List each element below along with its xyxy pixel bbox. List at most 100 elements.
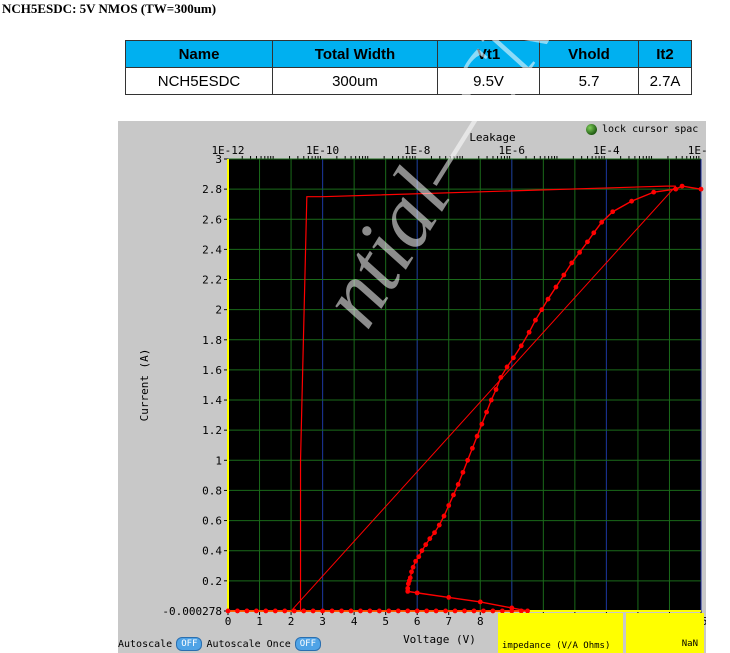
- y-tick-label: 2: [215, 304, 222, 317]
- iv-data-point: [433, 608, 439, 614]
- y-tick-label: 2.6: [202, 213, 222, 226]
- iv-data-point: [490, 608, 496, 614]
- header-vt1: Vt1: [437, 40, 540, 68]
- iv-data-point: [673, 186, 679, 192]
- y-tick-label: 0.2: [202, 575, 222, 588]
- y-tick-label: 1.6: [202, 364, 222, 377]
- iv-data-point: [533, 317, 538, 323]
- iv-data-point: [545, 296, 551, 302]
- lock-cursor-toggle[interactable]: lock cursor spac: [586, 121, 698, 137]
- x-tick-label: 8: [477, 615, 484, 628]
- cell-it2: 2.7A: [638, 67, 692, 95]
- iv-data-point: [509, 605, 515, 611]
- header-total-width: Total Width: [272, 40, 438, 68]
- y-tick-label: 2.4: [202, 243, 222, 256]
- top-tick-label: 1E-6: [499, 144, 526, 157]
- y-tick-label: 3: [215, 153, 222, 166]
- iv-data-point: [469, 445, 475, 451]
- top-tick-label: 1E-10: [306, 144, 339, 157]
- iv-data-point: [498, 375, 504, 380]
- iv-data-point: [395, 608, 401, 614]
- cell-vt1: 9.5V: [437, 67, 540, 95]
- x-tick-label: 3: [319, 615, 326, 628]
- iv-data-point: [493, 387, 499, 392]
- summary-table: Name Total Width Vt1 Vhold It2 NCH5ESDC …: [125, 40, 692, 95]
- autoscale-bar: Autoscale OFF Autoscale Once OFF: [118, 635, 498, 653]
- iv-data-point: [443, 608, 448, 614]
- iv-data-point: [465, 457, 471, 463]
- iv-data-point: [591, 230, 597, 236]
- iv-data-point: [282, 608, 288, 614]
- iv-data-point: [339, 608, 344, 614]
- cell-name: NCH5ESDC: [125, 67, 273, 95]
- y-tick-label: 1.2: [202, 424, 222, 437]
- impedance-value: NaN: [681, 639, 698, 649]
- lock-cursor-label: lock cursor spac: [602, 123, 699, 135]
- iv-data-point: [577, 250, 582, 255]
- iv-data-point: [698, 186, 704, 192]
- autoscale-toggle[interactable]: OFF: [176, 637, 203, 651]
- y-tick-label: 1: [215, 454, 222, 467]
- top-tick-label: 1E-4: [593, 144, 620, 157]
- iv-data-point: [539, 307, 545, 313]
- iv-data-point: [455, 482, 461, 487]
- iv-data-point: [460, 469, 466, 475]
- y-tick-label: 0.4: [202, 545, 222, 558]
- page-title: NCH5ESDC: 5V NMOS (TW=300um): [2, 1, 217, 16]
- x-tick-label: 7: [445, 615, 452, 628]
- iv-data-point: [526, 329, 532, 335]
- x-tick-label: 2: [288, 615, 295, 628]
- iv-data-point: [409, 569, 414, 575]
- iv-data-point: [416, 554, 422, 560]
- autoscale-label: Autoscale: [118, 638, 173, 650]
- y-tick-label: 2.8: [202, 183, 222, 196]
- iv-data-point: [329, 608, 335, 614]
- iv-chart: 01234567891011121314151E-121E-101E-81E-6…: [138, 131, 706, 646]
- cell-vhold: 5.7: [539, 67, 639, 95]
- iv-data-point: [253, 608, 259, 614]
- x-tick-label: 4: [351, 615, 358, 628]
- iv-data-point: [348, 608, 354, 614]
- table-row: NCH5ESDC 300um 9.5V 5.7 2.7A: [125, 67, 692, 95]
- top-tick-label: 1E-2: [688, 144, 706, 157]
- iv-data-point: [488, 397, 494, 403]
- impedance-label-box: impedance (V/A Ohms): [498, 613, 623, 653]
- iv-data-point: [462, 608, 467, 614]
- iv-data-point: [561, 272, 567, 278]
- iv-data-point: [436, 522, 442, 528]
- y-tick-label: 0.6: [202, 515, 222, 528]
- iv-data-point: [367, 608, 373, 614]
- iv-data-point: [451, 492, 456, 498]
- x-tick-label: 6: [414, 615, 421, 628]
- iv-data-point: [569, 260, 575, 266]
- iv-data-point: [263, 608, 269, 614]
- x-tick-label: 1: [256, 615, 263, 628]
- top-axis-label: Leakage: [469, 131, 515, 144]
- iv-data-point: [651, 189, 657, 195]
- iv-data-point: [301, 608, 307, 614]
- header-name: Name: [125, 40, 273, 68]
- y-tick-label: 1.8: [202, 334, 222, 347]
- y-axis-label: Current (A): [138, 349, 151, 422]
- led-indicator-icon: [586, 123, 597, 135]
- iv-data-point: [446, 594, 452, 600]
- impedance-value-box: NaN: [626, 613, 704, 653]
- iv-data-point: [244, 608, 250, 614]
- iv-data-point: [410, 564, 416, 570]
- plot-area: [228, 159, 701, 611]
- iv-data-point: [320, 608, 325, 614]
- iv-data-point: [310, 608, 316, 614]
- autoscale-once-toggle[interactable]: OFF: [294, 637, 322, 651]
- iv-data-point: [479, 421, 485, 427]
- header-it2: It2: [638, 40, 692, 68]
- cell-total-width: 300um: [272, 67, 438, 95]
- iv-data-point: [599, 219, 605, 225]
- impedance-label: impedance (V/A Ohms): [502, 641, 611, 651]
- iv-data-point: [471, 608, 477, 614]
- autoscale-once-label: Autoscale Once: [206, 638, 291, 650]
- iv-data-point: [413, 558, 419, 564]
- iv-data-point: [446, 503, 452, 508]
- iv-data-point: [291, 608, 297, 614]
- iv-data-point: [474, 433, 480, 439]
- iv-data-point: [424, 608, 430, 614]
